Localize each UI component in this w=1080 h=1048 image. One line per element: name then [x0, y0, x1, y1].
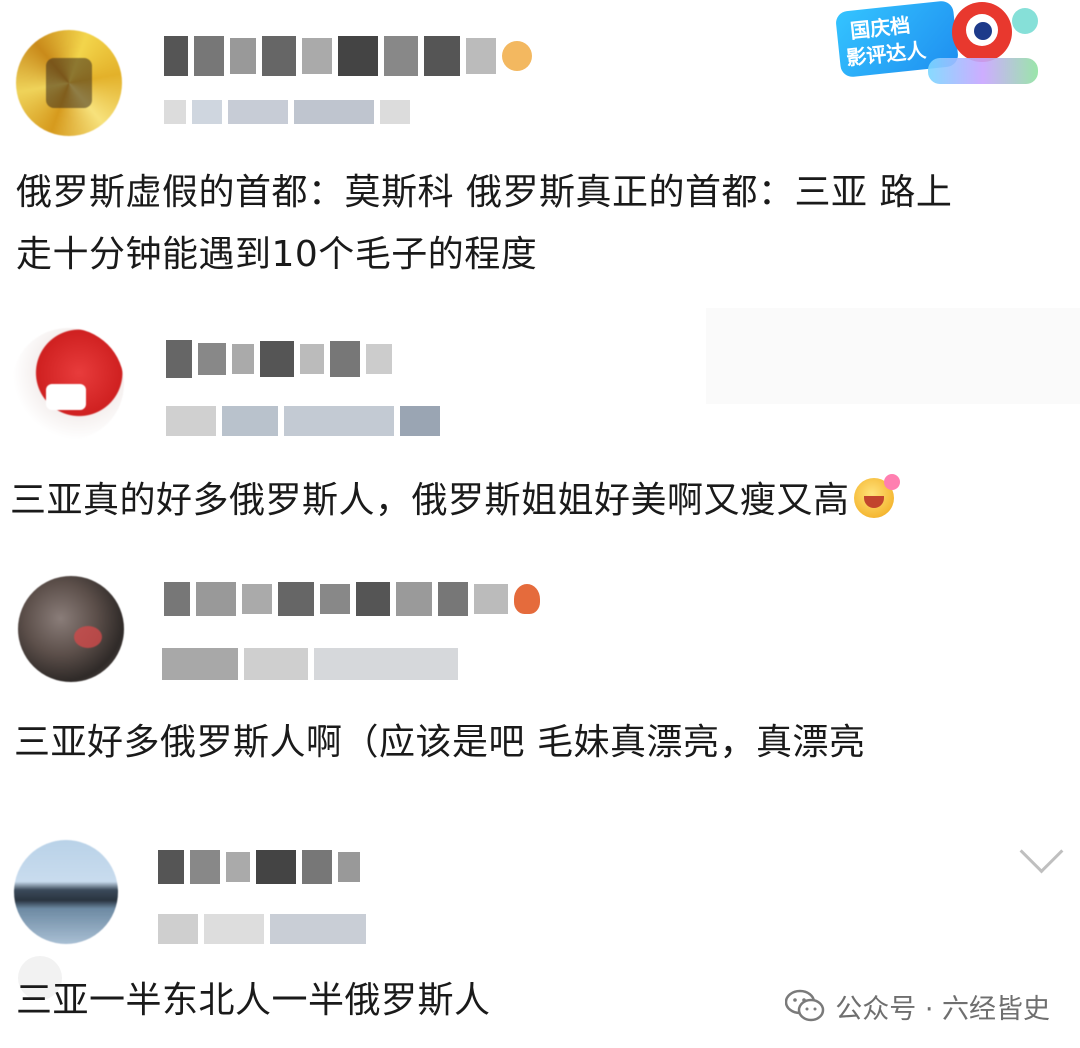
watermark-label: 公众号 · 六经皆史: [835, 993, 1050, 1025]
comment-text: 俄罗斯虚假的首都：莫斯科 俄罗斯真正的首都：三亚 路上: [16, 172, 953, 213]
comment-text-content: 三亚真的好多俄罗斯人，俄罗斯姐姐好美啊又瘦又高: [10, 480, 850, 521]
username-redacted[interactable]: [164, 582, 540, 616]
meta-redacted: [166, 406, 440, 436]
meta-redacted: [158, 914, 366, 944]
username-redacted[interactable]: [166, 340, 392, 378]
chevron-down-icon[interactable]: [1019, 829, 1064, 874]
avatar[interactable]: [14, 840, 118, 944]
avatar[interactable]: [16, 30, 122, 136]
avatar[interactable]: [18, 576, 124, 682]
username-redacted[interactable]: [164, 36, 532, 76]
comment-text: 三亚一半东北人一半俄罗斯人: [16, 980, 491, 1021]
wechat-watermark: 公众号 · 六经皆史: [785, 982, 1050, 1030]
heart-icon: [502, 41, 532, 71]
username-redacted[interactable]: [158, 850, 360, 884]
wechat-icon: [785, 989, 825, 1022]
lotus-icon: [514, 584, 540, 614]
meta-redacted: [164, 100, 410, 124]
comment-text: 三亚真的好多俄罗斯人，俄罗斯姐姐好美啊又瘦又高: [10, 474, 900, 528]
laugh-emoji-icon: [853, 474, 900, 518]
comment-text: 三亚好多俄罗斯人啊（应该是吧 毛妹真漂亮，真漂亮: [14, 722, 866, 763]
mascot-icon: [952, 2, 1012, 62]
comment-text-line2: 走十分钟能遇到10个毛子的程度: [16, 234, 538, 275]
movie-critic-badge: 国庆档 影评达人: [832, 0, 1052, 90]
meta-redacted: [162, 648, 458, 680]
avatar[interactable]: [12, 328, 124, 440]
